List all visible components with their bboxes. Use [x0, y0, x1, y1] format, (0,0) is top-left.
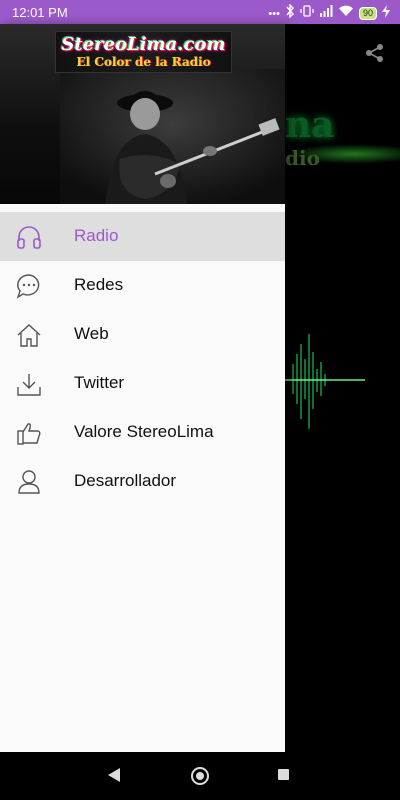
menu-item-valore-stereolima[interactable]: Valore StereoLima [0, 408, 285, 457]
menu-item-label: Radio [74, 226, 119, 245]
menu-item-twitter[interactable]: Twitter [0, 359, 285, 408]
battery-icon: 90 [358, 7, 377, 20]
signal-icon [319, 5, 333, 22]
bluetooth-icon [285, 3, 295, 23]
wifi-icon [338, 5, 354, 22]
logo-title: StereoLima.com [61, 34, 226, 55]
menu-item-label: Desarrollador [74, 471, 177, 490]
menu-item-label: Redes [74, 275, 124, 294]
charging-icon [382, 4, 390, 23]
menu-item-label: Twitter [74, 373, 125, 392]
guitarist-photo [60, 69, 285, 204]
menu-item-label: Valore StereoLima [74, 422, 214, 441]
stereolima-logo: StereoLima.com El Color de la Radio [55, 31, 232, 73]
user-icon [18, 470, 40, 494]
more-dots-icon: ••• [268, 7, 280, 20]
headphones-icon [17, 226, 41, 249]
recents-icon[interactable] [278, 769, 289, 780]
download-icon [17, 374, 41, 396]
background-app: na dio [285, 24, 400, 752]
status-bar: 12:01 PM ••• 90 [0, 0, 400, 24]
background-logo: na [285, 104, 335, 146]
navigation-drawer: StereoLima.com El Color de la Radio Radi… [0, 24, 285, 752]
sound-wave-graphic [285, 334, 365, 429]
chat-bubble-icon [16, 274, 40, 299]
home-icon [17, 324, 41, 347]
menu-item-radio[interactable]: Radio [0, 212, 285, 261]
logo-subtitle: El Color de la Radio [76, 55, 211, 69]
share-icon[interactable] [364, 42, 386, 64]
back-icon[interactable] [108, 768, 120, 782]
home-circle-icon[interactable] [191, 767, 209, 785]
menu-item-label: Web [74, 324, 109, 343]
status-icons: ••• 90 [268, 3, 390, 23]
menu-item-redes[interactable]: Redes [0, 261, 285, 310]
drawer-header: StereoLima.com El Color de la Radio [0, 24, 285, 204]
system-nav-bar [0, 752, 400, 800]
menu-item-web[interactable]: Web [0, 310, 285, 359]
background-subtitle: dio [285, 146, 320, 170]
menu-item-desarrollador[interactable]: Desarrollador [0, 457, 285, 506]
vibrate-icon [300, 4, 314, 23]
status-time: 12:01 PM [12, 5, 68, 20]
drawer-menu: Radio Redes Web Twitter Valore StereoLim… [0, 212, 285, 506]
thumbs-up-icon [17, 423, 41, 445]
